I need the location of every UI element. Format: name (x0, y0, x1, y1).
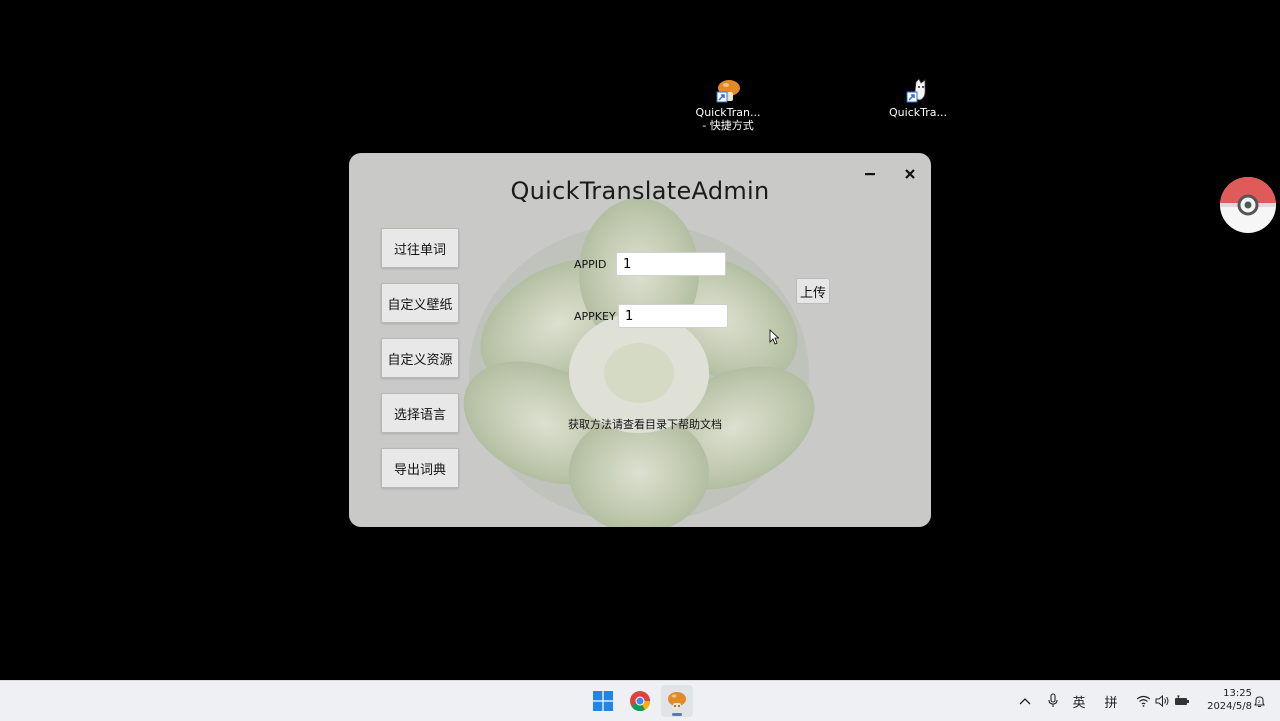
taskbar-app-quicktranslate[interactable] (661, 685, 693, 717)
clock-date: 2024/5/8 (1207, 701, 1252, 712)
battery-charging-icon (1175, 695, 1189, 705)
svg-text:z: z (1258, 700, 1261, 705)
appkey-label: APPKEY (574, 310, 616, 323)
taskbar-app-chrome[interactable] (624, 685, 656, 717)
appid-label: APPID (574, 258, 607, 271)
pokeball-floating-widget[interactable] (1219, 176, 1277, 234)
active-app-indicator (672, 713, 682, 716)
battery-button[interactable] (1173, 691, 1191, 711)
ime-language-button[interactable]: 英 (1069, 691, 1089, 711)
start-button[interactable] (587, 685, 619, 717)
desktop-icon-label-line1: QuickTran... (695, 106, 761, 119)
appid-input[interactable]: 1 (616, 252, 726, 276)
upload-button[interactable]: 上传 (796, 278, 830, 304)
export-dictionary-button[interactable]: 导出词典 (381, 448, 459, 488)
chrome-icon (630, 691, 651, 712)
appkey-input[interactable]: 1 (618, 304, 728, 328)
close-icon (905, 169, 915, 179)
wifi-button[interactable] (1134, 691, 1152, 711)
taskbar: 英 拼 13:25 2024/5/8 z (0, 680, 1280, 721)
minimize-button[interactable] (859, 163, 881, 185)
mushroom-app-icon (668, 692, 686, 710)
desktop-icon-quicktranslate-app[interactable]: QuickTra... (878, 78, 958, 119)
wifi-icon (1136, 695, 1150, 707)
windows-logo-icon (593, 691, 613, 711)
ime-mode-button[interactable]: 拼 (1101, 691, 1121, 711)
mushroom-shortcut-icon (714, 78, 742, 104)
microphone-icon (1048, 693, 1058, 707)
help-text: 获取方法请查看目录下帮助文档 (568, 418, 722, 431)
desktop-icon-quicktranslate-shortcut[interactable]: QuickTran... - 快捷方式 (688, 78, 768, 132)
microphone-button[interactable] (1044, 691, 1062, 711)
volume-button[interactable] (1153, 691, 1171, 711)
notification-bell-icon: z (1253, 695, 1265, 707)
window-title: QuickTranslateAdmin (510, 177, 770, 205)
custom-wallpaper-button[interactable]: 自定义壁纸 (381, 283, 459, 323)
desktop-icon-label-line1: QuickTra... (889, 106, 947, 119)
show-hidden-icons-button[interactable] (1016, 691, 1034, 711)
select-language-button[interactable]: 选择语言 (381, 393, 459, 433)
chevron-up-icon (1019, 698, 1031, 705)
mouse-cursor-icon (769, 329, 779, 345)
minimize-icon (865, 173, 875, 176)
custom-resources-button[interactable]: 自定义资源 (381, 338, 459, 378)
desktop-icon-label-line2: - 快捷方式 (702, 119, 754, 132)
desktop: QuickTran... - 快捷方式 QuickTra... QuickTra… (0, 0, 1280, 680)
app-window: QuickTranslateAdmin 过往单词 自定义壁纸 自定义资源 选择语… (349, 153, 931, 527)
past-words-button[interactable]: 过往单词 (381, 228, 459, 268)
pokeball-icon (1220, 177, 1276, 233)
clock-time: 13:25 (1223, 688, 1252, 699)
notification-button[interactable]: z (1252, 691, 1266, 711)
taskbar-clock[interactable]: 13:25 2024/5/8 (1196, 687, 1252, 713)
speaker-icon (1155, 695, 1168, 707)
succulent-background-image (463, 198, 815, 527)
close-button[interactable] (899, 163, 921, 185)
cat-shortcut-icon (904, 78, 932, 104)
